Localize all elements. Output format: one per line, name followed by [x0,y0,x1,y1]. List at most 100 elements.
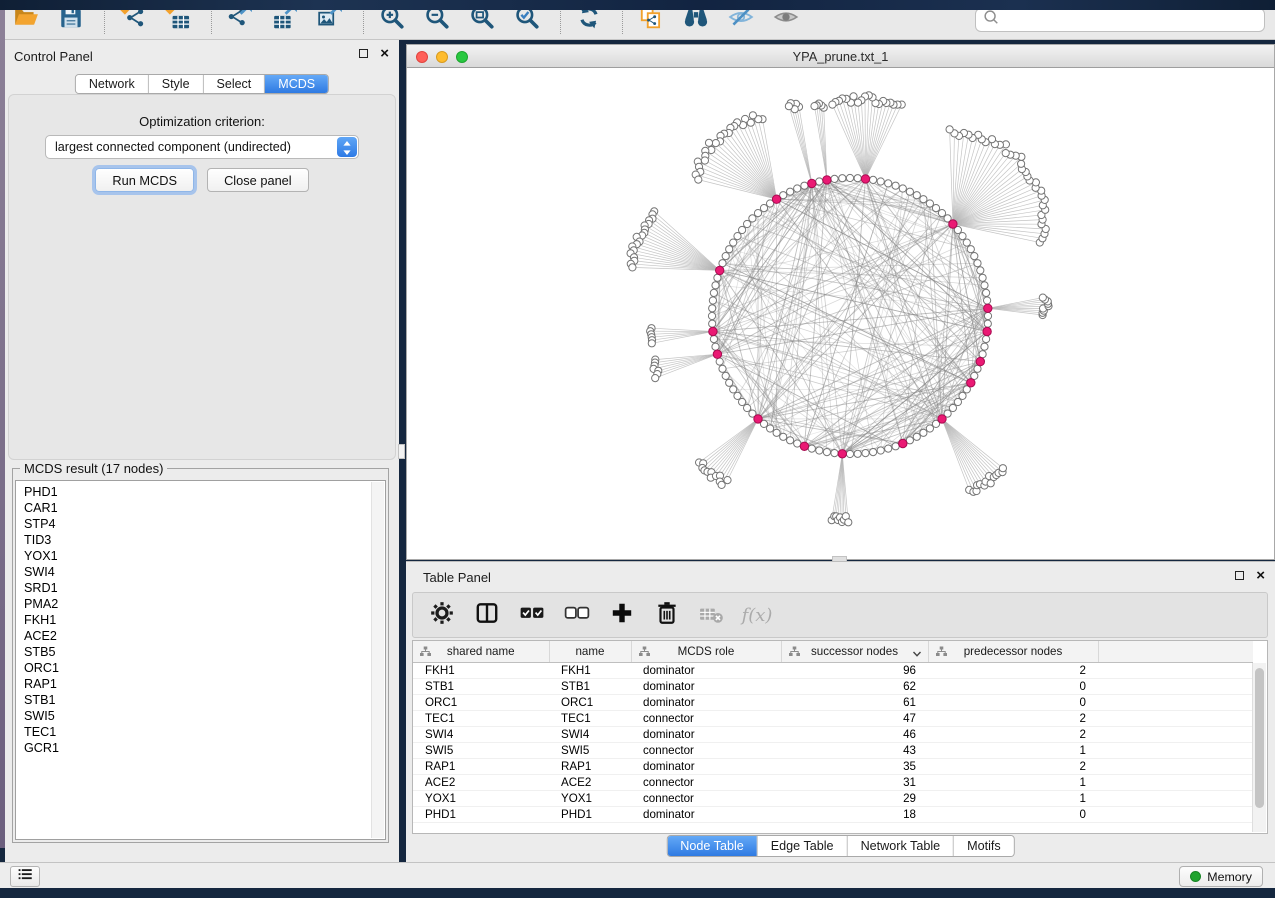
cell-name[interactable]: RAP1 [549,758,631,774]
table-row[interactable]: SWI5SWI5connector431 [413,742,1253,758]
mcds-result-item[interactable]: FKH1 [16,612,385,628]
cell-successor-nodes[interactable]: 62 [781,678,928,694]
cell-mcds-role[interactable]: connector [631,710,781,726]
cell-shared-name[interactable]: TEC1 [413,710,549,726]
cell-shared-name[interactable]: YOX1 [413,790,549,806]
mcds-result-item[interactable]: ACE2 [16,628,385,644]
search-input[interactable] [1000,13,1258,27]
cell-predecessor-nodes[interactable]: 1 [928,790,1098,806]
mcds-result-item[interactable]: CAR1 [16,500,385,516]
cell-predecessor-nodes[interactable]: 0 [928,806,1098,822]
show-columns-button[interactable] [474,602,500,628]
cell-predecessor-nodes[interactable]: 0 [928,678,1098,694]
cell-shared-name[interactable]: FKH1 [413,662,549,678]
cell-predecessor-nodes[interactable]: 2 [928,662,1098,678]
cell-successor-nodes[interactable]: 46 [781,726,928,742]
cell-name[interactable]: YOX1 [549,790,631,806]
cell-successor-nodes[interactable]: 18 [781,806,928,822]
cell-predecessor-nodes[interactable]: 2 [928,710,1098,726]
run-mcds-button[interactable]: Run MCDS [95,168,194,192]
mcds-result-item[interactable]: PHD1 [16,484,385,500]
cell-successor-nodes[interactable]: 96 [781,662,928,678]
mcds-list-scrollbar[interactable] [371,482,384,838]
cell-shared-name[interactable]: RAP1 [413,758,549,774]
delete-row-button[interactable] [654,602,680,628]
cell-name[interactable]: FKH1 [549,662,631,678]
tab-select[interactable]: Select [204,75,266,93]
table-row[interactable]: STB1STB1dominator620 [413,678,1253,694]
tab-style[interactable]: Style [149,75,204,93]
table-row[interactable]: PHD1PHD1dominator180 [413,806,1253,822]
mcds-result-item[interactable]: TID3 [16,532,385,548]
float-panel-icon[interactable] [1235,571,1244,580]
mcds-result-item[interactable]: SRD1 [16,580,385,596]
cell-successor-nodes[interactable]: 29 [781,790,928,806]
cell-mcds-role[interactable]: dominator [631,806,781,822]
tab-network[interactable]: Network [76,75,149,93]
cell-mcds-role[interactable]: connector [631,774,781,790]
table-row[interactable]: SWI4SWI4dominator462 [413,726,1253,742]
cell-mcds-role[interactable]: connector [631,742,781,758]
cell-mcds-role[interactable]: dominator [631,662,781,678]
cell-shared-name[interactable]: STB1 [413,678,549,694]
cell-mcds-role[interactable]: dominator [631,678,781,694]
tab-edge-table[interactable]: Edge Table [758,836,848,856]
column-header-successor-nodes[interactable]: successor nodes [781,641,928,662]
cell-name[interactable]: PHD1 [549,806,631,822]
cell-predecessor-nodes[interactable]: 1 [928,742,1098,758]
tab-mcds[interactable]: MCDS [265,75,328,93]
memory-button[interactable]: Memory [1179,866,1263,887]
add-row-button[interactable] [609,602,635,628]
cell-shared-name[interactable]: ORC1 [413,694,549,710]
table-scrollbar-track[interactable] [1252,663,1266,832]
close-panel-icon[interactable]: × [380,49,389,58]
vertical-sash-grabber[interactable] [398,444,405,459]
search-box[interactable] [975,8,1265,32]
mcds-result-item[interactable]: STP4 [16,516,385,532]
cell-successor-nodes[interactable]: 61 [781,694,928,710]
column-settings-gear-button[interactable] [429,602,455,628]
mcds-result-item[interactable]: PMA2 [16,596,385,612]
mcds-result-list[interactable]: PHD1CAR1STP4TID3YOX1SWI4SRD1PMA2FKH1ACE2… [15,480,386,840]
cell-mcds-role[interactable]: dominator [631,694,781,710]
mcds-result-item[interactable]: STB1 [16,692,385,708]
close-panel-icon[interactable]: × [1256,571,1265,580]
task-history-button[interactable] [10,866,40,887]
table-row[interactable]: YOX1YOX1connector291 [413,790,1253,806]
cell-shared-name[interactable]: SWI5 [413,742,549,758]
tab-network-table[interactable]: Network Table [848,836,955,856]
cell-predecessor-nodes[interactable]: 0 [928,694,1098,710]
cell-predecessor-nodes[interactable]: 2 [928,758,1098,774]
mcds-result-item[interactable]: STB5 [16,644,385,660]
table-row[interactable]: ORC1ORC1dominator610 [413,694,1253,710]
column-header-shared-name[interactable]: shared name [413,641,549,662]
table-row[interactable]: RAP1RAP1dominator352 [413,758,1253,774]
cell-successor-nodes[interactable]: 31 [781,774,928,790]
cell-predecessor-nodes[interactable]: 1 [928,774,1098,790]
table-row[interactable]: FKH1FKH1dominator962 [413,662,1253,678]
cell-predecessor-nodes[interactable]: 2 [928,726,1098,742]
mcds-result-item[interactable]: RAP1 [16,676,385,692]
cell-name[interactable]: SWI4 [549,726,631,742]
mcds-result-item[interactable]: ORC1 [16,660,385,676]
cell-name[interactable]: ORC1 [549,694,631,710]
cell-name[interactable]: SWI5 [549,742,631,758]
cell-shared-name[interactable]: SWI4 [413,726,549,742]
mcds-result-item[interactable]: TEC1 [16,724,385,740]
mcds-result-item[interactable]: SWI5 [16,708,385,724]
cell-mcds-role[interactable]: dominator [631,758,781,774]
cell-name[interactable]: ACE2 [549,774,631,790]
select-all-rows-button[interactable] [519,602,545,628]
criterion-dropdown[interactable]: largest connected component (undirected) [45,135,359,159]
mcds-result-item[interactable]: GCR1 [16,740,385,756]
tab-motifs[interactable]: Motifs [954,836,1014,856]
cell-shared-name[interactable]: ACE2 [413,774,549,790]
cell-successor-nodes[interactable]: 43 [781,742,928,758]
close-panel-button[interactable]: Close panel [207,168,309,192]
cell-name[interactable]: TEC1 [549,710,631,726]
cell-mcds-role[interactable]: dominator [631,726,781,742]
column-header-mcds-role[interactable]: MCDS role [631,641,781,662]
table-scrollbar-thumb[interactable] [1255,668,1264,808]
cell-name[interactable]: STB1 [549,678,631,694]
cell-successor-nodes[interactable]: 47 [781,710,928,726]
